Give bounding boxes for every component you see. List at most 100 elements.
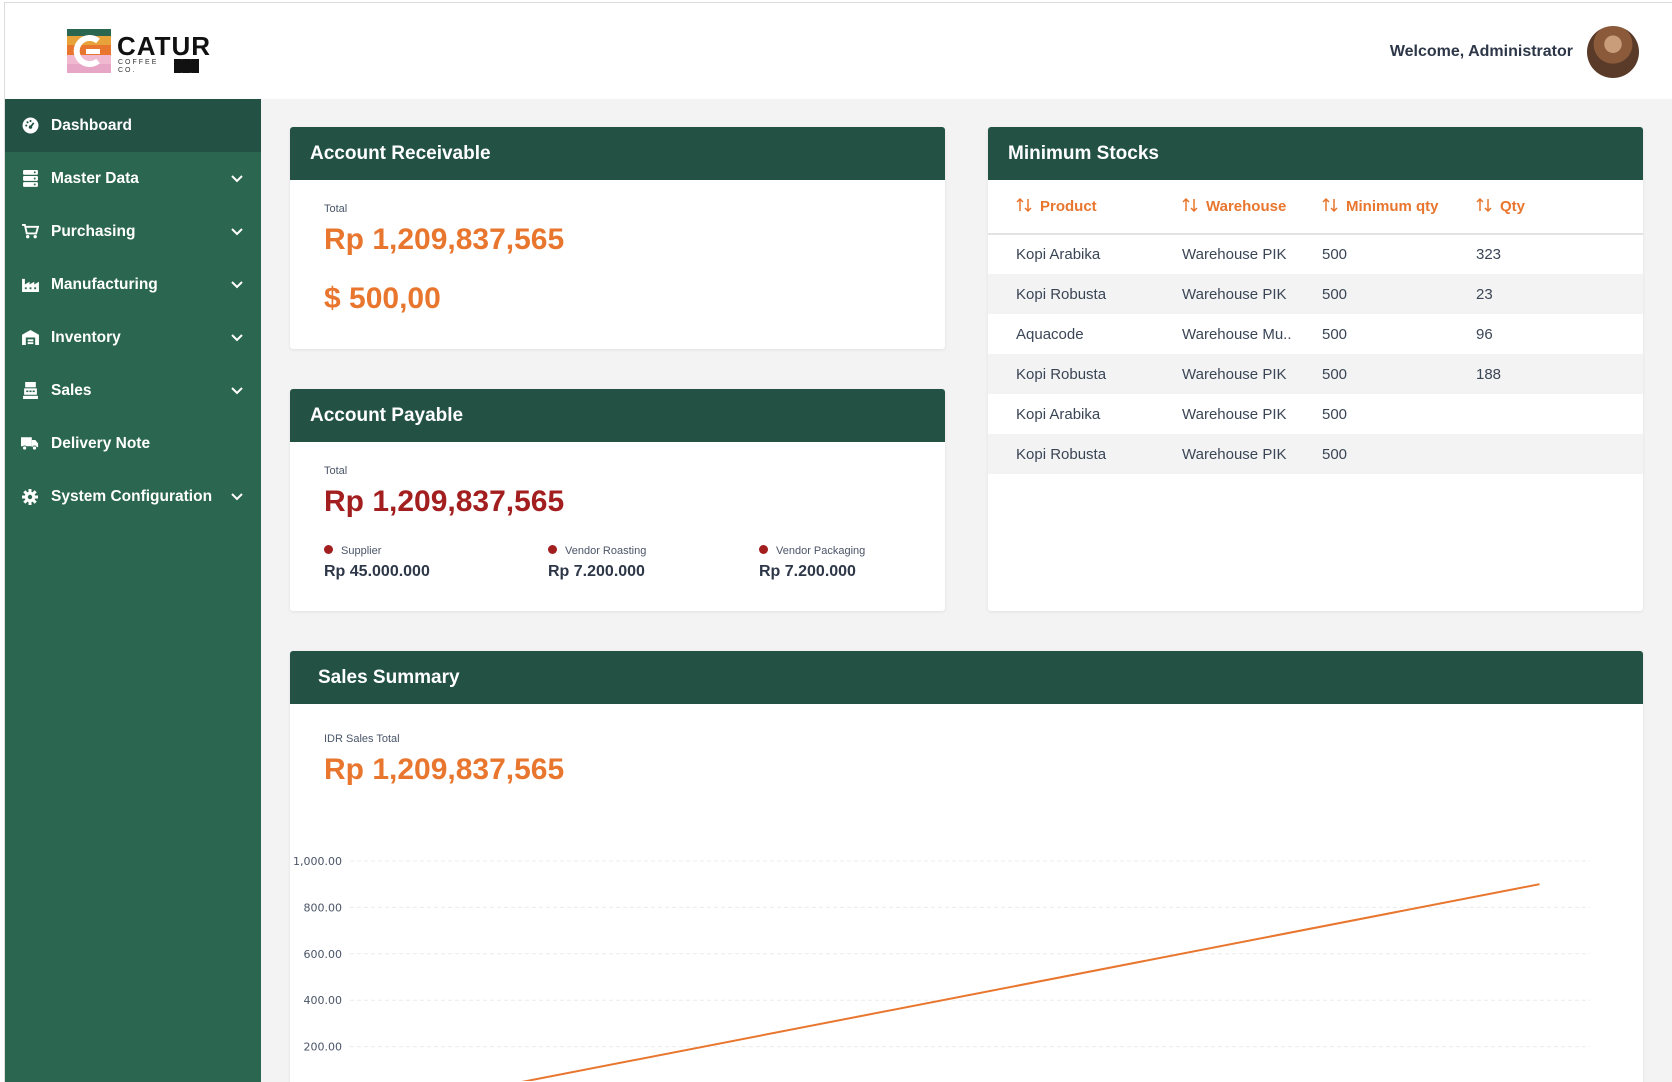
cell-qty: 188 — [1448, 354, 1643, 394]
sidebar-item-label: System Configuration — [51, 487, 213, 505]
sidebar-item-manufacturing[interactable]: Manufacturing — [5, 258, 261, 311]
cart-icon — [21, 223, 39, 241]
cell-qty: 23 — [1448, 274, 1643, 314]
cell-minimum-qty: 500 — [1294, 354, 1448, 394]
cash-register-icon — [21, 382, 39, 400]
column-header-qty[interactable]: Qty — [1448, 180, 1643, 235]
cell-qty: 96 — [1476, 325, 1493, 343]
payable-vendor-packaging-label: Vendor Packaging — [776, 545, 866, 557]
sort-icon — [1476, 198, 1492, 212]
sidebar-item-inventory[interactable]: Inventory — [5, 311, 261, 364]
catur-logo[interactable]: CATUR COFFEE CO. — [67, 29, 210, 75]
sidebar-item-label: Inventory — [51, 328, 121, 346]
sidebar: Dashboard Master Data Purchasing Manufac… — [5, 99, 261, 1082]
logo-marks-icon — [174, 59, 199, 73]
payable-vendor-roasting-value: Rp 7.200.000 — [548, 563, 645, 580]
payable-vendor-packaging: Vendor Packaging Rp 7.200.000 — [759, 545, 865, 581]
account-payable-title: Account Payable — [290, 389, 945, 442]
top-header: CATUR COFFEE CO. Welcome, Administrator — [5, 3, 1672, 99]
logo-mark-icon — [67, 29, 111, 73]
status-dot — [324, 545, 333, 554]
cell-warehouse: Warehouse PIK — [1154, 434, 1294, 474]
sort-icon — [1322, 198, 1338, 212]
sidebar-item-dashboard[interactable]: Dashboard — [5, 99, 261, 152]
sales-summary-title: Sales Summary — [290, 651, 1643, 704]
cell-product: Aquacode — [1016, 325, 1084, 343]
column-label: Product — [1040, 198, 1097, 215]
sidebar-item-delivery-note[interactable]: Delivery Note — [5, 417, 261, 470]
sidebar-item-label: Dashboard — [51, 116, 132, 134]
sidebar-item-label: Purchasing — [51, 222, 136, 240]
minimum-stocks-card: Minimum Stocks Product Warehouse Minimum… — [988, 127, 1643, 611]
database-icon — [21, 170, 39, 188]
column-header-minimum-qty[interactable]: Minimum qty — [1294, 180, 1448, 235]
receivable-idr-total: Rp 1,209,837,565 — [324, 223, 565, 256]
table-row[interactable]: Kopi Arabika Warehouse PIK 500 — [988, 394, 1643, 434]
payable-supplier-label: Supplier — [341, 545, 382, 557]
sidebar-item-purchasing[interactable]: Purchasing — [5, 205, 261, 258]
chevron-down-icon — [231, 175, 243, 183]
sidebar-item-label: Delivery Note — [51, 434, 151, 452]
sort-icon — [1182, 198, 1198, 212]
factory-icon — [21, 276, 39, 294]
series-line — [521, 883, 1540, 1081]
receivable-usd-total: $ 500,00 — [324, 282, 441, 315]
payable-vendor-roasting-label: Vendor Roasting — [565, 545, 647, 557]
warehouse-icon — [21, 329, 39, 347]
sidebar-item-label: Master Data — [51, 169, 139, 187]
account-receivable-title: Account Receivable — [290, 127, 945, 180]
minimum-stocks-table: Product Warehouse Minimum qty Qty Kopi A… — [988, 180, 1643, 474]
table-row[interactable]: Aquacode Warehouse Mu.. 500 96 — [988, 314, 1643, 354]
app-frame: CATUR COFFEE CO. Welcome, Administrator … — [4, 2, 1672, 1082]
column-label: Qty — [1500, 198, 1526, 215]
gear-icon — [21, 488, 39, 506]
y-tick-label: 800.00 — [304, 901, 343, 914]
payable-supplier-value: Rp 45.000.000 — [324, 563, 430, 580]
sales-summary-card: Sales Summary IDR Sales Total Rp 1,209,8… — [290, 651, 1643, 1082]
cell-warehouse: Warehouse PIK — [1154, 354, 1294, 394]
sidebar-item-sales[interactable]: Sales — [5, 364, 261, 417]
y-tick-label: 600.00 — [304, 948, 343, 961]
cell-warehouse: Warehouse PIK — [1154, 274, 1294, 314]
table-row[interactable]: Kopi Arabika Warehouse PIK 500 323 — [988, 234, 1643, 274]
payable-vendor-roasting: Vendor Roasting Rp 7.200.000 — [548, 545, 646, 581]
payable-breakdown: Supplier Rp 45.000.000 Vendor Roasting R… — [324, 545, 924, 585]
welcome-text: Welcome, Administrator — [1389, 43, 1573, 60]
chevron-down-icon — [231, 334, 243, 342]
cell-warehouse: Warehouse PIK — [1182, 246, 1287, 263]
chevron-down-icon — [231, 493, 243, 501]
sidebar-item-system-configuration[interactable]: System Configuration — [5, 470, 261, 523]
cell-qty: 323 — [1476, 246, 1502, 263]
cell-warehouse: Warehouse Mu.. — [1182, 325, 1292, 343]
cell-minimum-qty: 500 — [1294, 274, 1448, 314]
cell-warehouse: Warehouse PIK — [1182, 405, 1287, 423]
chevron-down-icon — [231, 281, 243, 289]
cell-minimum-qty: 500 — [1322, 405, 1348, 423]
sidebar-item-label: Sales — [51, 381, 92, 399]
sort-icon — [1016, 198, 1032, 212]
cell-qty — [1448, 434, 1643, 474]
status-dot — [548, 545, 557, 554]
cell-product: Kopi Arabika — [1016, 246, 1101, 263]
table-row[interactable]: Kopi Robusta Warehouse PIK 500 — [988, 434, 1643, 474]
sales-idr-total: Rp 1,209,837,565 — [324, 753, 565, 786]
status-dot — [759, 545, 768, 554]
table-header-row: Product Warehouse Minimum qty Qty — [988, 180, 1643, 235]
truck-icon — [21, 435, 39, 453]
account-receivable-card: Account Receivable Total Rp 1,209,837,56… — [290, 127, 945, 349]
account-payable-card: Account Payable Total Rp 1,209,837,565 S… — [290, 389, 945, 611]
cell-minimum-qty: 500 — [1322, 325, 1348, 343]
y-tick-label: 400.00 — [304, 994, 343, 1007]
sales-line-chart: 1,000.00800.00600.00400.00200.000 — [293, 855, 1590, 1081]
payable-total-label: Total — [324, 465, 348, 477]
sidebar-item-master-data[interactable]: Master Data — [5, 152, 261, 205]
gauge-icon — [21, 117, 39, 135]
cell-product: Kopi Robusta — [988, 434, 1154, 474]
column-header-warehouse[interactable]: Warehouse — [1154, 180, 1294, 235]
column-header-product[interactable]: Product — [988, 180, 1154, 235]
table-row[interactable]: Kopi Robusta Warehouse PIK 500 188 — [988, 354, 1643, 394]
cell-product: Kopi Arabika — [1016, 405, 1101, 423]
user-avatar[interactable] — [1587, 26, 1639, 78]
chevron-down-icon — [231, 228, 243, 236]
table-row[interactable]: Kopi Robusta Warehouse PIK 500 23 — [988, 274, 1643, 314]
